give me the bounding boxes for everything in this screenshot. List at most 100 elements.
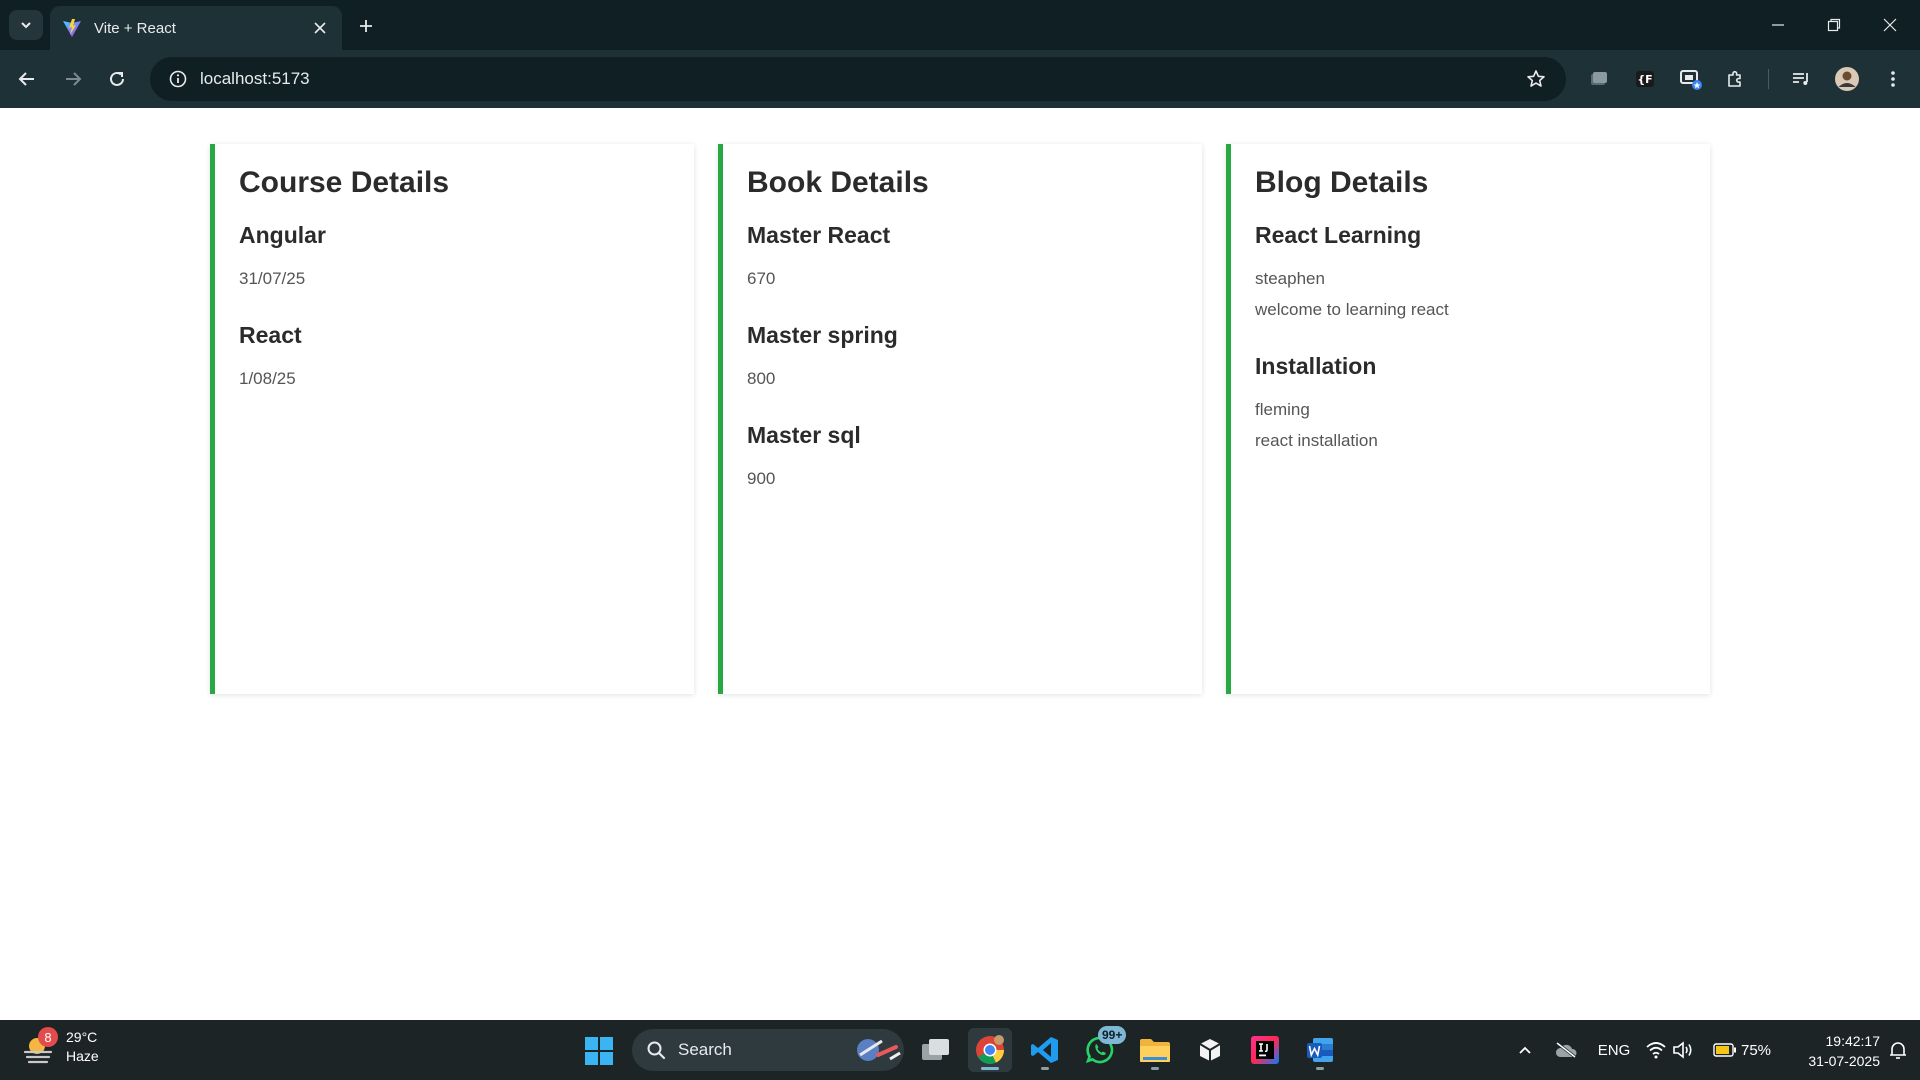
card-title: Book Details (747, 166, 929, 199)
close-window-button[interactable] (1862, 0, 1918, 50)
profile-avatar[interactable] (1830, 62, 1864, 96)
kebab-icon (1891, 71, 1895, 87)
taskbar-vscode[interactable] (1023, 1028, 1067, 1072)
extension-screen-share[interactable] (1674, 62, 1708, 96)
task-view-icon (922, 1039, 949, 1060)
course-item: React 1/08/25 (239, 322, 670, 394)
avatar-icon (1835, 67, 1859, 91)
weather-condition: Haze (66, 1048, 99, 1064)
info-icon (169, 70, 187, 88)
taskbar-app-cube[interactable] (1188, 1028, 1232, 1072)
taskbar-task-view[interactable] (914, 1028, 958, 1072)
course-name: React (239, 322, 302, 348)
close-icon (314, 22, 326, 34)
extensions-button[interactable] (1718, 62, 1752, 96)
book-name: Master spring (747, 322, 898, 348)
folder-icon (1140, 1039, 1170, 1062)
bookmark-button[interactable] (1516, 59, 1556, 99)
tray-overflow-button[interactable] (1512, 1034, 1538, 1066)
bracket-f-icon: {F (1636, 71, 1654, 87)
browser-tab-active[interactable]: Vite + React (50, 6, 342, 50)
toolbar-separator (1768, 69, 1769, 89)
extension-tab-manager[interactable] (1582, 62, 1616, 96)
tray-onedrive[interactable] (1550, 1034, 1582, 1066)
notification-center-button[interactable] (1884, 1034, 1912, 1066)
battery-percent: 75% (1740, 1041, 1772, 1059)
svg-text:{F: {F (1637, 73, 1652, 86)
chevron-up-icon (1519, 1046, 1531, 1054)
windows-logo-icon (585, 1037, 613, 1065)
tab-close-button[interactable] (310, 18, 330, 38)
blog-item: React Learning steaphen welcome to learn… (1255, 222, 1686, 325)
running-indicator (1316, 1067, 1324, 1070)
tray-battery[interactable]: 75% (1708, 1034, 1776, 1066)
new-tab-button[interactable] (352, 12, 380, 40)
course-date: 1/08/25 (239, 369, 296, 388)
browser-menu-button[interactable] (1876, 62, 1910, 96)
course-item: Angular 31/07/25 (239, 222, 670, 294)
taskbar-clock[interactable]: 19:42:17 31-07-2025 (1780, 1031, 1880, 1071)
site-info-button[interactable] (156, 57, 200, 101)
page-content: Course Details Angular 31/07/25 React 1/… (0, 108, 1920, 1020)
blog-content: welcome to learning react (1255, 300, 1449, 319)
tray-language[interactable]: ENG (1594, 1034, 1634, 1066)
card-title: Course Details (239, 166, 450, 199)
plus-icon (360, 20, 372, 32)
tab-search-button[interactable] (9, 10, 43, 40)
weather-text: 29°C Haze (66, 1028, 99, 1066)
taskbar-chrome[interactable] (968, 1028, 1012, 1072)
search-label: Search (678, 1040, 732, 1059)
arrow-left-icon (18, 72, 34, 86)
arrow-right-icon (66, 72, 82, 86)
minimize-button[interactable] (1750, 0, 1806, 50)
forward-button[interactable] (56, 62, 90, 96)
active-indicator (981, 1067, 999, 1070)
chrome-icon (976, 1035, 1004, 1064)
address-bar[interactable]: localhost:5173 (150, 57, 1566, 101)
back-button[interactable] (10, 62, 44, 96)
cloud-off-icon (1555, 1041, 1577, 1059)
book-item: Master spring 800 (747, 322, 1178, 394)
reload-button[interactable] (100, 62, 134, 96)
book-price: 800 (747, 369, 776, 388)
blog-content: react installation (1255, 431, 1378, 450)
blog-author: fleming (1255, 400, 1310, 419)
taskbar: 8 29°C Haze Search 99+ ENG 75% 19:42:17 … (0, 1020, 1920, 1080)
haze-icon: 8 (20, 1027, 58, 1065)
blog-title: React Learning (1255, 222, 1422, 248)
vscode-icon (1031, 1037, 1058, 1063)
taskbar-search[interactable]: Search (632, 1029, 904, 1071)
tabs-icon (1591, 72, 1607, 85)
start-button[interactable] (584, 1036, 614, 1066)
word-icon (1307, 1038, 1333, 1062)
taskbar-intellij[interactable] (1243, 1028, 1287, 1072)
cube-icon (1199, 1039, 1221, 1061)
book-item: Master React 670 (747, 222, 1178, 294)
weather-widget[interactable]: 8 29°C Haze (20, 1027, 99, 1066)
card-title: Blog Details (1255, 166, 1429, 199)
chevron-down-icon (21, 22, 31, 29)
notification-badge: 99+ (1098, 1026, 1127, 1044)
restore-icon (1827, 18, 1841, 32)
media-control-button[interactable] (1784, 62, 1818, 96)
intellij-icon (1251, 1036, 1279, 1064)
extension-f[interactable]: {F (1628, 62, 1662, 96)
book-price: 900 (747, 469, 776, 488)
cast-icon (1680, 70, 1702, 90)
url-text[interactable]: localhost:5173 (200, 69, 1516, 89)
clock-time: 19:42:17 (1825, 1033, 1881, 1049)
blog-details-card: Blog Details React Learning steaphen wel… (1226, 144, 1710, 694)
wifi-icon (1646, 1042, 1666, 1059)
taskbar-file-explorer[interactable] (1133, 1028, 1177, 1072)
taskbar-whatsapp[interactable]: 99+ (1078, 1026, 1127, 1072)
taskbar-word[interactable] (1298, 1028, 1342, 1072)
weather-badge: 8 (38, 1027, 58, 1047)
search-highlight-icon (857, 1039, 901, 1061)
book-details-card: Book Details Master React 670 Master spr… (718, 144, 1202, 694)
blog-item: Installation fleming react installation (1255, 353, 1686, 456)
star-icon (1527, 70, 1545, 87)
restore-button[interactable] (1806, 0, 1862, 50)
course-date: 31/07/25 (239, 269, 306, 288)
temperature: 29°C (66, 1029, 98, 1045)
minimize-icon (1772, 24, 1784, 26)
